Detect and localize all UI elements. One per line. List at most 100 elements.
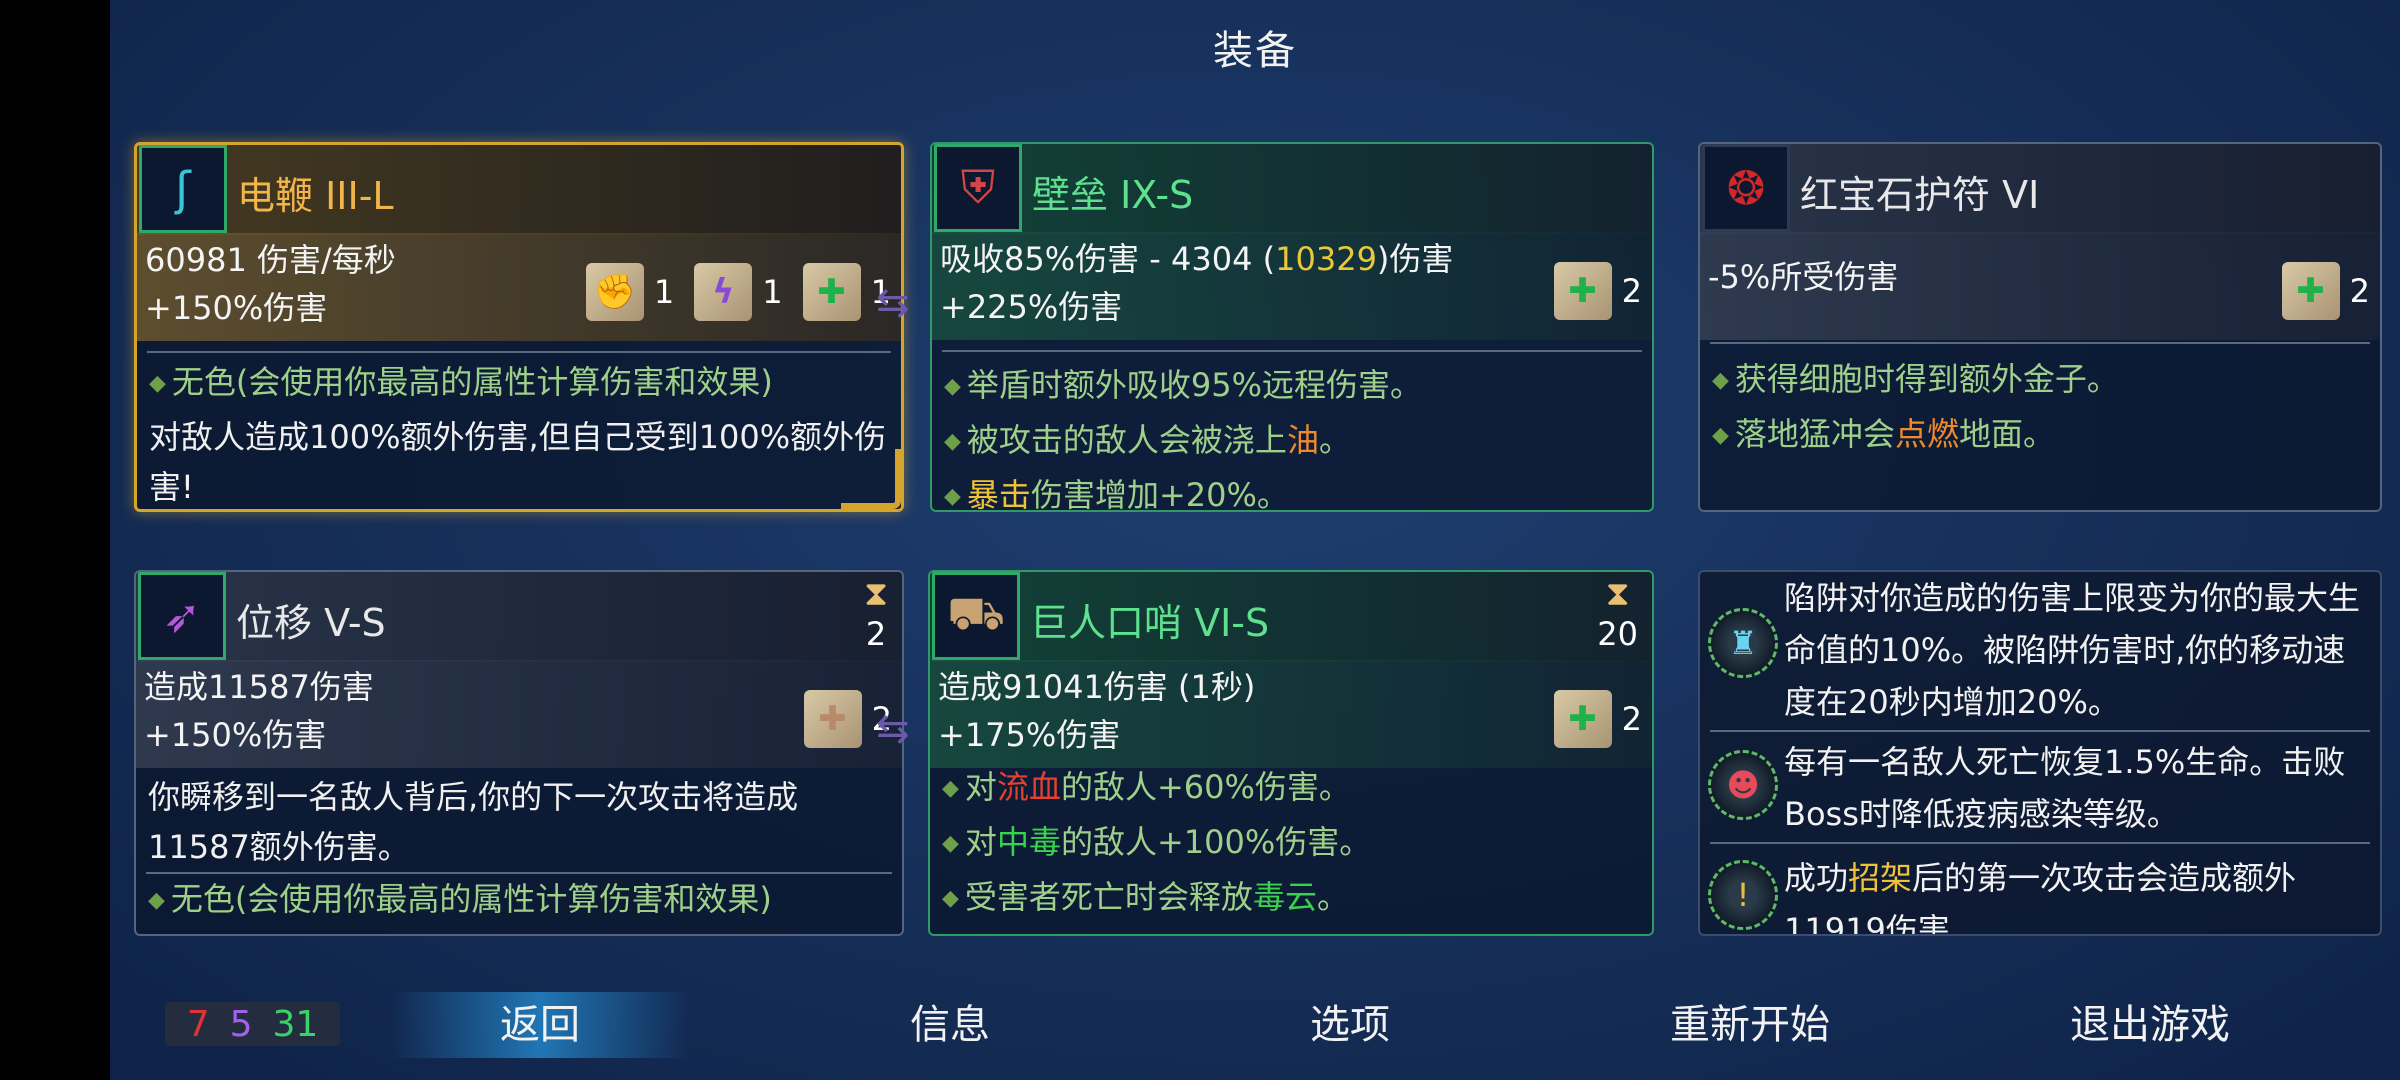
item-description: 获得细胞时得到额外金子。 落地猛冲会点燃地面。 <box>1712 354 2368 464</box>
scroll-count: 1 <box>653 273 675 311</box>
damage-stat: 造成91041伤害 (1秒) <box>938 668 1256 706</box>
card-header: ❂ 红宝石护符 VI <box>1700 144 2380 234</box>
item-description: 你瞬移到一名敌人背后,你的下一次攻击将造成11587额外伤害。 <box>148 778 799 866</box>
card-header: ⛟ 巨人口哨 VI-S ⧗ 20 <box>930 572 1652 662</box>
scroll-count: 1 <box>762 273 783 311</box>
tactics-scroll-icon: ϟ <box>694 263 753 321</box>
affix-curse: 对敌人造成100%额外伤害,但自己受到100%额外伤害! <box>149 418 887 506</box>
ruby-amulet-icon: ❂ <box>1702 144 1790 232</box>
survival-scroll: ✚ 2 <box>1553 262 1642 320</box>
back-button[interactable]: 返回 <box>390 992 690 1058</box>
hourglass-icon: ⧗ <box>1605 574 1630 614</box>
scroll-count: 2 <box>2349 272 2370 310</box>
parry-mutation-icon: ! <box>1708 860 1778 930</box>
cooldown-value: 2 <box>865 615 887 653</box>
cooldown: ⧗ 2 <box>864 574 888 654</box>
skill-card-phaser[interactable]: ➶ 位移 V-S ⧗ 2 造成11587伤害 +150%伤害 ✚ 2 你瞬移到一… <box>134 570 904 936</box>
mutation-item[interactable]: ! 成功招架后的第一次攻击会造成额外11919伤害 <box>1700 852 2380 936</box>
mutation-text: 成功招架后的第一次攻击会造成额外11919伤害 <box>1784 859 2297 936</box>
damage-reduction-stat: -5%所受伤害 <box>1708 258 1899 296</box>
hourglass-icon: ⧗ <box>864 574 888 614</box>
survival-scroll-icon: ✚ <box>1553 690 1612 748</box>
mutation-item[interactable]: ☻ 每有一名敌人死亡恢复1.5%生命。击败Boss时降低疫病感染等级。 <box>1700 736 2380 836</box>
item-name: 电鞭 III-L <box>237 174 394 218</box>
damage-bonus-stat: +175%伤害 <box>938 716 1121 754</box>
affix-poison: 对中毒的敌人+100%伤害。 <box>942 817 1640 872</box>
item-name: 壁垒 IX-S <box>1032 173 1194 217</box>
item-description: 举盾时额外吸收95%远程伤害。 被攻击的敌人会被浇上油。 暴击伤害增加+20%。 <box>944 360 1640 510</box>
cooldown-value: 20 <box>1597 615 1638 653</box>
quit-game-button[interactable]: 退出游戏 <box>2020 992 2280 1058</box>
card-header: ʃ 电鞭 III-L <box>137 145 901 235</box>
damage-bonus-stat: +225%伤害 <box>940 288 1123 326</box>
affix-toxic-cloud: 受害者死亡时会释放毒云。 <box>942 872 1640 927</box>
info-button[interactable]: 信息 <box>850 992 1050 1058</box>
skill-card-giant-whistle[interactable]: ⛟ 巨人口哨 VI-S ⧗ 20 造成91041伤害 (1秒) +175%伤害 … <box>928 570 1654 936</box>
dps-stat: 60981 伤害/每秒 <box>145 241 396 279</box>
divider <box>1710 342 2370 344</box>
item-stats: 60981 伤害/每秒 +150%伤害 ✊ 1 ϟ 1 ✚ 1 <box>137 233 901 341</box>
item-description: 对流血的敌人+60%伤害。 对中毒的敌人+100%伤害。 受害者死亡时会释放毒云… <box>942 762 1640 927</box>
tactics-scroll: ϟ 1 <box>694 263 783 321</box>
item-name: 红宝石护符 VI <box>1800 173 2040 217</box>
restart-button[interactable]: 重新开始 <box>1620 992 1880 1058</box>
item-stats: 造成11587伤害 +150%伤害 ✚ 2 <box>136 660 902 768</box>
scroll-count: 2 <box>1621 700 1642 738</box>
item-stats: 造成91041伤害 (1秒) +175%伤害 ✚ 2 <box>930 660 1652 768</box>
survival-count: 31 <box>272 1003 319 1045</box>
cooldown: ⧗ 20 <box>1597 574 1638 654</box>
affix-ranged-block: 举盾时额外吸收95%远程伤害。 <box>944 360 1640 415</box>
divider <box>1710 842 2370 844</box>
item-stats: -5%所受伤害 ✚ 2 <box>1700 232 2380 340</box>
scroll-counters: 7 5 31 <box>165 1002 340 1046</box>
item-description: 无色(会使用你最高的属性计算伤害和效果) 对敌人造成100%额外伤害,但自己受到… <box>149 357 889 509</box>
damage-stat: 造成11587伤害 <box>144 668 374 706</box>
survival-scroll-icon: ✚ <box>1553 262 1612 320</box>
link-arrow-icon: ⇆ <box>876 706 910 752</box>
trap-mutation-icon: ♜ <box>1708 608 1778 678</box>
rampart-shield-icon: ⛨ <box>934 144 1022 232</box>
legendary-corner <box>841 449 901 509</box>
screen-title: 装备 <box>1213 28 1297 74</box>
damage-bonus-stat: +150%伤害 <box>145 289 328 327</box>
divider <box>1710 730 2370 732</box>
whip-icon: ʃ <box>139 145 227 233</box>
affix-bleeding: 对流血的敌人+60%伤害。 <box>942 762 1640 817</box>
weapon-card-whip[interactable]: ʃ 电鞭 III-L 60981 伤害/每秒 +150%伤害 ✊ 1 ϟ 1 ✚… <box>134 142 904 512</box>
brutality-scroll: ✊ 1 <box>585 263 675 321</box>
affix-oil: 被攻击的敌人会被浇上油。 <box>944 415 1640 470</box>
game-screen: 装备 ʃ 电鞭 III-L 60981 伤害/每秒 +150%伤害 ✊ 1 ϟ … <box>110 0 2400 1080</box>
options-button[interactable]: 选项 <box>1250 992 1450 1058</box>
mutation-text: 陷阱对你造成的伤害上限变为你的最大生命值的10%。被陷阱伤害时,你的移动速度在2… <box>1784 579 2361 721</box>
tactics-count: 5 <box>229 1003 253 1045</box>
card-header: ⛨ 壁垒 IX-S <box>932 144 1652 234</box>
scroll-list: ✚ 2 <box>1553 262 1642 320</box>
vampire-mutation-icon: ☻ <box>1708 750 1778 820</box>
item-stats: 吸收85%伤害 - 4304 (10329)伤害 +225%伤害 ✚ 2 <box>932 232 1652 340</box>
mutation-item[interactable]: ♜ 陷阱对你造成的伤害上限变为你的最大生命值的10%。被陷阱伤害时,你的移动速度… <box>1700 572 2380 722</box>
shield-card-rampart[interactable]: ⛨ 壁垒 IX-S 吸收85%伤害 - 4304 (10329)伤害 +225%… <box>930 142 1654 512</box>
link-arrow-icon: ⇆ <box>876 280 910 326</box>
phaser-icon: ➶ <box>138 572 226 660</box>
affix-crit: 暴击伤害增加+20%。 <box>944 470 1640 510</box>
survival-scroll: ✚ 2 <box>2281 262 2370 320</box>
brutality-count: 7 <box>186 1003 210 1045</box>
absorb-stat: 吸收85%伤害 - 4304 (10329)伤害 <box>940 240 1454 278</box>
survival-scroll-icon: ✚ <box>802 263 861 321</box>
whistle-icon: ⛟ <box>932 572 1020 660</box>
affix-extra-gold: 获得细胞时得到额外金子。 <box>1712 354 2368 409</box>
item-name: 位移 V-S <box>236 601 386 645</box>
bottom-menu: 7 5 31 返回 信息 选项 重新开始 退出游戏 <box>110 980 2400 1080</box>
item-affixes: 无色(会使用你最高的属性计算伤害和效果) <box>148 874 890 929</box>
amulet-card[interactable]: ❂ 红宝石护符 VI -5%所受伤害 ✚ 2 获得细胞时得到额外金子。 落地猛冲… <box>1698 142 2382 512</box>
card-header: ➶ 位移 V-S ⧗ 2 <box>136 572 902 662</box>
affix-colorless: 无色(会使用你最高的属性计算伤害和效果) <box>148 874 890 929</box>
affix-ground-fire: 落地猛冲会点燃地面。 <box>1712 409 2368 464</box>
scroll-count: 2 <box>1621 272 1642 310</box>
scroll-list: ✊ 1 ϟ 1 ✚ 1 <box>585 263 891 321</box>
divider <box>942 350 1642 352</box>
scroll-list: ✚ 2 <box>2281 262 2370 320</box>
brutality-scroll-icon: ✊ <box>585 263 644 321</box>
mutation-text: 每有一名敌人死亡恢复1.5%生命。击败Boss时降低疫病感染等级。 <box>1784 743 2346 833</box>
mutation-list[interactable]: ♜ 陷阱对你造成的伤害上限变为你的最大生命值的10%。被陷阱伤害时,你的移动速度… <box>1698 570 2382 936</box>
